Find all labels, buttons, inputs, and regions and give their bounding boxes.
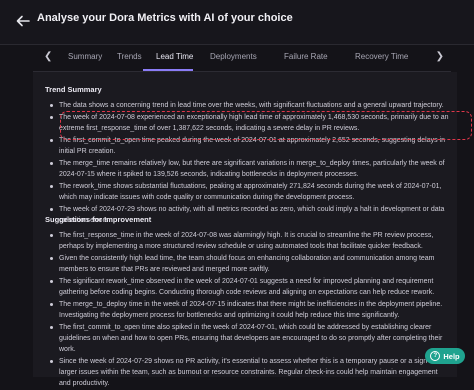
list-item: The rework_time shows substantial fluctu… [45, 181, 450, 203]
help-button[interactable]: ? Help [425, 348, 465, 364]
list-item: The first_response_time in the week of 2… [45, 230, 450, 252]
tab-trends[interactable]: Trends [117, 52, 142, 61]
list-item: The merge_to_deploy time in the week of … [45, 299, 450, 321]
list-item: The significant rework_time observed in … [45, 276, 450, 298]
tab-summary[interactable]: Summary [68, 52, 102, 61]
tab-deployments[interactable]: Deployments [210, 52, 257, 61]
list-item: Given the consistently high lead time, t… [45, 253, 450, 275]
help-label: Help [443, 351, 460, 361]
suggestions-heading: Suggestions for Improvement [45, 215, 152, 224]
tab-failure-rate[interactable]: Failure Rate [284, 52, 328, 61]
suggestions-list: The first_response_time in the week of 2… [45, 230, 450, 390]
active-tab-indicator [143, 69, 193, 71]
chevron-right-icon[interactable]: ❯ [436, 51, 444, 62]
trend-summary-heading: Trend Summary [45, 85, 102, 94]
list-item: The first_commit_to_open time also spike… [45, 322, 450, 355]
back-arrow-icon[interactable] [14, 12, 32, 30]
list-item: The data shows a concerning trend in lea… [45, 100, 450, 111]
tab-recovery-time[interactable]: Recovery Time [355, 52, 408, 61]
page-title: Analyse your Dora Metrics with AI of you… [37, 12, 293, 24]
tab-lead-time[interactable]: Lead Time [156, 52, 193, 61]
help-icon: ? [430, 351, 441, 361]
analysis-panel: Trend Summary The data shows a concernin… [33, 72, 472, 387]
tab-bar: ❮ Summary Trends Lead Time Deployments F… [33, 44, 451, 72]
header-bar: Analyse your Dora Metrics with AI of you… [0, 0, 474, 45]
highlight-annotation [60, 111, 472, 140]
chevron-left-icon[interactable]: ❮ [44, 51, 52, 62]
list-item: Since the week of 2024-07-29 shows no PR… [45, 356, 450, 389]
list-item: The merge_time remains relatively low, b… [45, 158, 450, 180]
